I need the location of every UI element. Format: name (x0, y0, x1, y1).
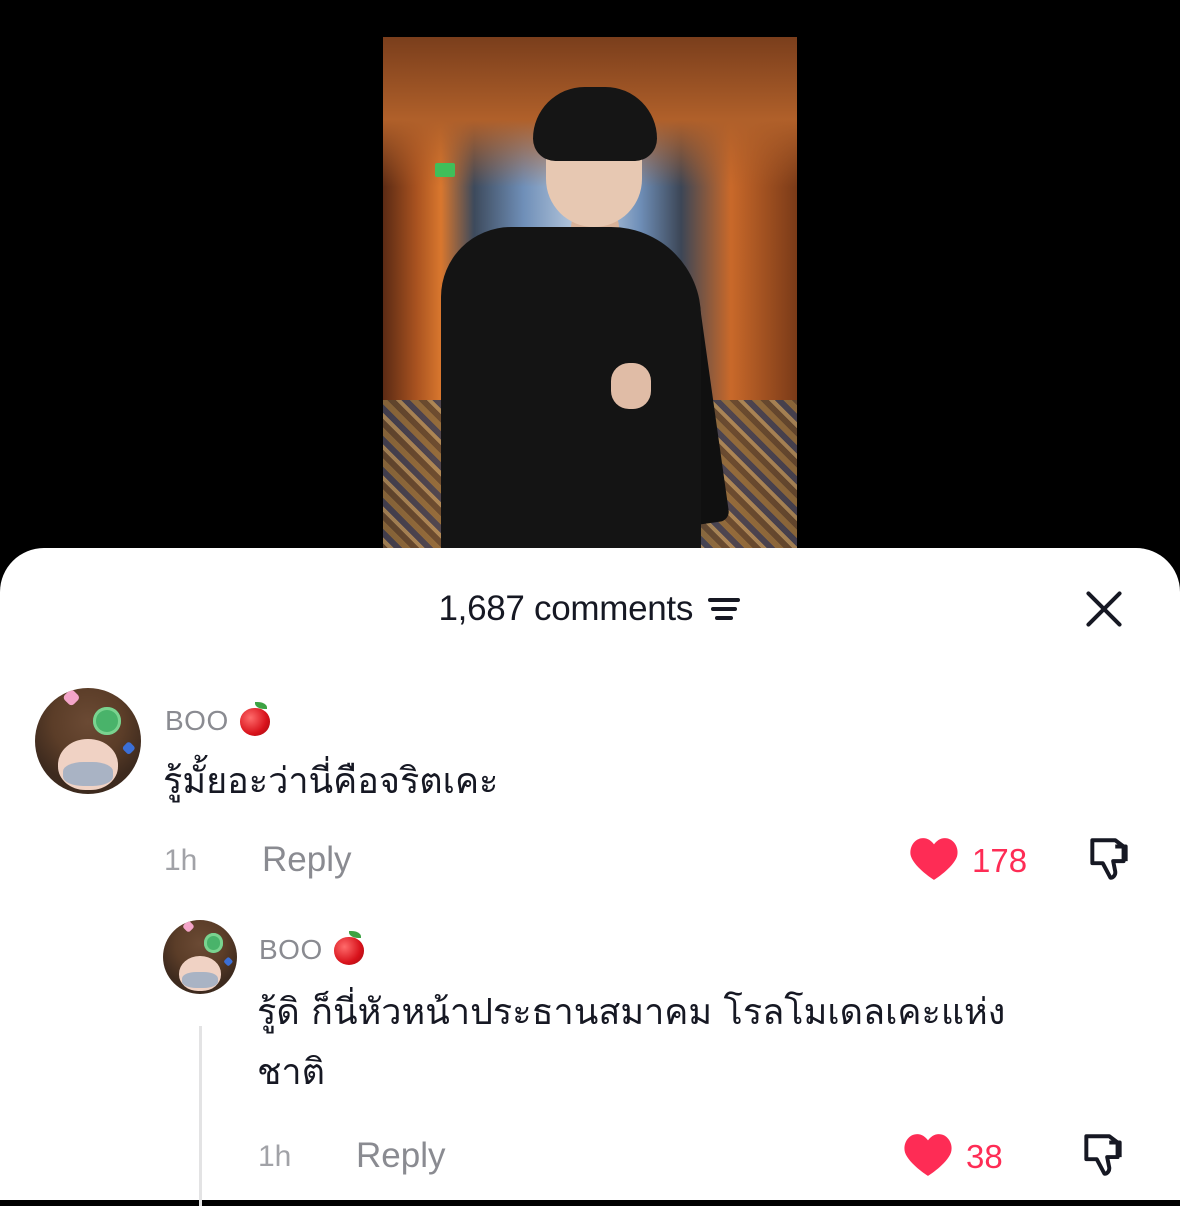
exit-sign-icon (435, 163, 455, 177)
thread-line (199, 1026, 202, 1206)
apple-icon (239, 702, 271, 736)
video-frame[interactable] (383, 37, 797, 560)
comment-username[interactable]: BOO (259, 931, 365, 966)
comments-header: 1,687 comments (0, 584, 1180, 634)
apple-icon (333, 931, 365, 965)
person-jacket (441, 227, 701, 560)
username-text: BOO (259, 934, 323, 965)
comment-count: 1,687 comments (438, 589, 694, 628)
comment-time: 1h (258, 1140, 292, 1173)
video-player[interactable] (0, 0, 1180, 560)
comment-text-line-1: รู้ดิ ก็นี่หัวหน้าประธานสมาคม โรลโมเดลเค… (257, 992, 1006, 1033)
username-text: BOO (165, 705, 229, 736)
avatar-mask (182, 971, 218, 989)
heart-icon[interactable] (908, 836, 960, 882)
comment-text: รู้ดิ ก็นี่หัวหน้าประธานสมาคม โรลโมเดลเค… (257, 984, 1005, 1102)
avatar-blue-icon (122, 741, 136, 755)
like-count: 178 (972, 842, 1028, 879)
avatar-star-icon (181, 920, 195, 933)
like-count: 38 (966, 1138, 1003, 1175)
dislike-icon[interactable] (1078, 1130, 1128, 1180)
avatar-star-icon (62, 688, 81, 707)
avatar-clover-icon (93, 707, 121, 735)
avatar-mask (62, 762, 114, 786)
person-hair (533, 87, 657, 161)
comment-text: รู้มั้ยอะว่านี่คือจริตเคะ (163, 761, 499, 802)
dislike-icon[interactable] (1084, 834, 1134, 884)
close-icon[interactable] (1083, 588, 1125, 630)
avatar-clover-icon (203, 933, 223, 953)
comment-username[interactable]: BOO (165, 702, 271, 737)
avatar[interactable] (35, 688, 141, 794)
person-hand (611, 363, 651, 409)
comment-text-line-2: ชาติ (257, 1052, 326, 1093)
avatar-blue-icon (223, 957, 234, 967)
sort-filter-icon[interactable] (707, 596, 742, 622)
comments-sheet: 1,687 comments BOO รู้มั้ยอะว่านี่คือจริ… (0, 548, 1180, 1206)
reply-button[interactable]: Reply (356, 1136, 445, 1176)
avatar[interactable] (163, 920, 237, 994)
reply-button[interactable]: Reply (262, 840, 351, 880)
comment-time: 1h (164, 844, 198, 877)
heart-icon[interactable] (902, 1132, 954, 1178)
